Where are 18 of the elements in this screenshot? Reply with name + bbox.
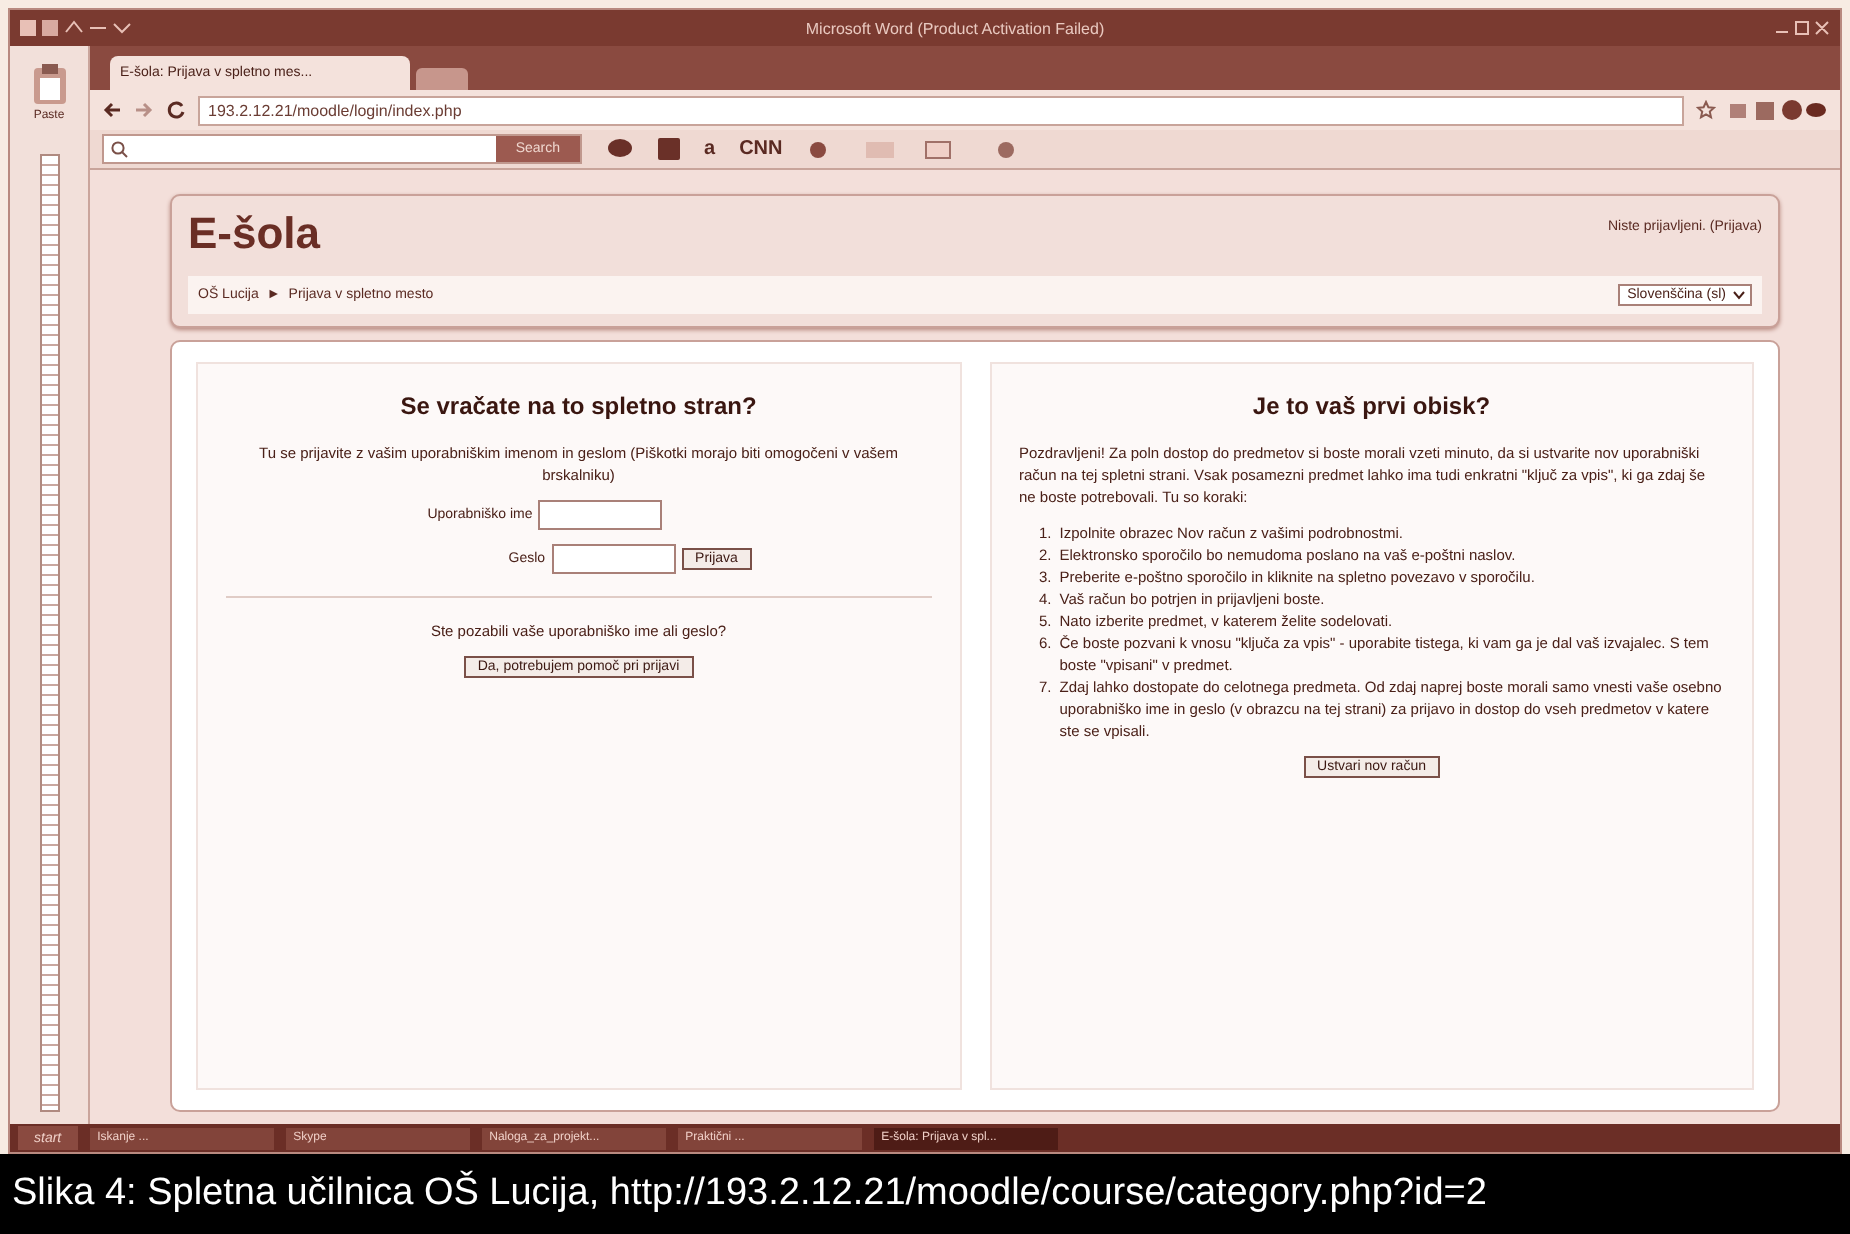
figure-caption: Slika 4: Spletna učilnica OŠ Lucija, http://193.2.12.21/moodle/course/category.php?id=2: [0, 1154, 1850, 1234]
caret-icon: [1732, 288, 1746, 302]
section-heading: Je to vaš prvi obisk?: [1252, 392, 1491, 420]
password-field[interactable]: [551, 544, 676, 574]
address-field[interactable]: 193.2.12.21/moodle/login/index.php: [198, 95, 1684, 125]
window-title: Microsoft Word (Product Activation Failed): [803, 19, 1107, 37]
star-icon[interactable]: [1696, 100, 1716, 120]
extension-icons[interactable]: [1728, 98, 1828, 122]
back-icon[interactable]: [102, 100, 122, 120]
toolbar-item[interactable]: CNN: [739, 138, 783, 160]
section-heading: Se vračate na to spletno stran?: [400, 392, 757, 420]
clipboard-icon[interactable]: [29, 62, 69, 106]
window-controls-icon[interactable]: [1772, 18, 1832, 38]
username-field[interactable]: [538, 500, 663, 530]
toolbar-item[interactable]: a: [704, 138, 716, 160]
search-icon: [110, 140, 128, 158]
site-title: E-šola: [188, 208, 321, 260]
reload-icon[interactable]: [166, 100, 186, 120]
